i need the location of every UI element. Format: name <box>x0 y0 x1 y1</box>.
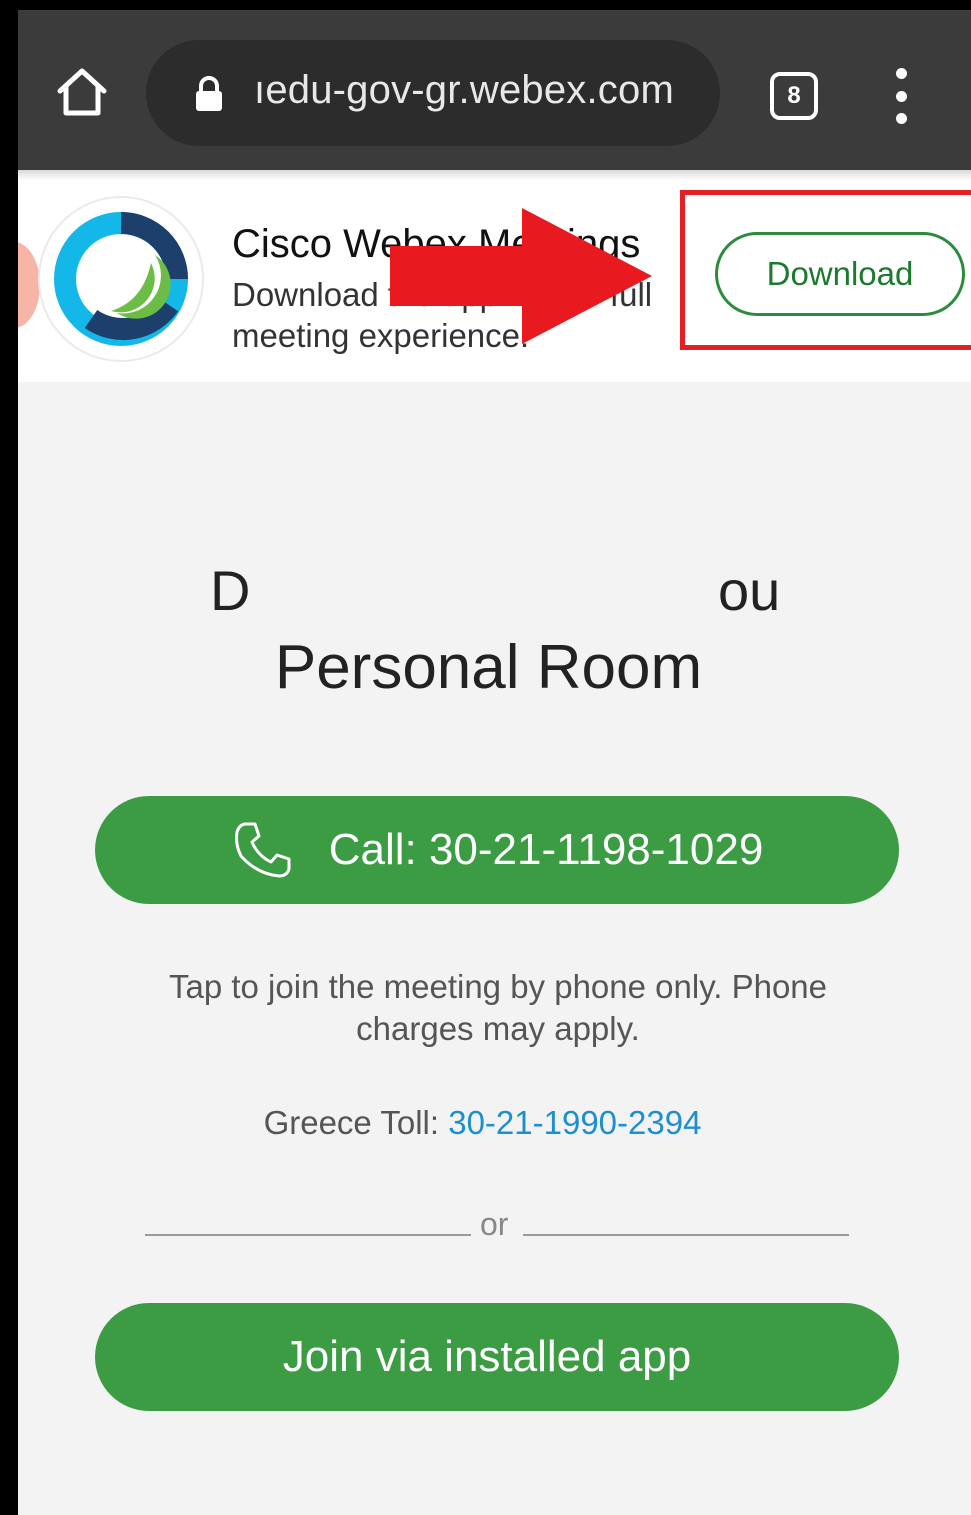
tab-count: 8 <box>787 82 801 109</box>
title-fragment-left: D <box>210 559 251 622</box>
home-button[interactable] <box>52 62 112 122</box>
device-frame: ıedu-gov-gr.webex.com 8 Cisco Webex Meet… <box>0 0 971 1515</box>
divider-right <box>523 1234 849 1236</box>
join-via-app-button[interactable]: Join via installed app <box>95 1303 899 1411</box>
title-fragment-right: ou <box>718 559 781 622</box>
webex-logo-icon <box>54 212 188 346</box>
toll-label: Greece Toll: <box>263 1104 449 1141</box>
overflow-menu-icon[interactable] <box>886 68 916 124</box>
browser-toolbar: ıedu-gov-gr.webex.com 8 <box>18 10 971 170</box>
or-separator: or <box>480 1206 509 1242</box>
red-arrow-icon <box>390 208 652 344</box>
app-install-banner: Cisco Webex Meetings Download the app fo… <box>18 170 971 382</box>
join-button-label: Join via installed app <box>282 1332 692 1381</box>
lock-icon <box>196 76 222 111</box>
divider-left <box>145 1234 471 1236</box>
phone-screen: ıedu-gov-gr.webex.com 8 Cisco Webex Meet… <box>18 10 971 1515</box>
home-icon <box>57 68 107 116</box>
phone-charges-note: Tap to join the meeting by phone only. P… <box>168 968 828 1047</box>
toll-number-line: Greece Toll: 30-21-1990-2394 <box>18 1104 971 1142</box>
page-title-line-2: Personal Room <box>274 633 703 702</box>
webex-app-icon <box>38 196 204 362</box>
partial-avatar <box>18 242 40 328</box>
address-bar[interactable]: ıedu-gov-gr.webex.com <box>146 40 720 146</box>
toll-number-link[interactable]: 30-21-1990-2394 <box>448 1104 701 1141</box>
url-text: ıedu-gov-gr.webex.com <box>254 68 674 112</box>
highlight-box <box>680 190 971 350</box>
page-title-line-1: D ou <box>18 558 971 628</box>
banner-shadow <box>18 170 971 180</box>
phone-icon <box>234 822 291 878</box>
tab-switcher-button[interactable]: 8 <box>770 72 818 120</box>
call-button[interactable]: Call: 30-21-1198-1029 <box>95 796 899 904</box>
call-button-label: Call: 30-21-1198-1029 <box>328 825 764 874</box>
